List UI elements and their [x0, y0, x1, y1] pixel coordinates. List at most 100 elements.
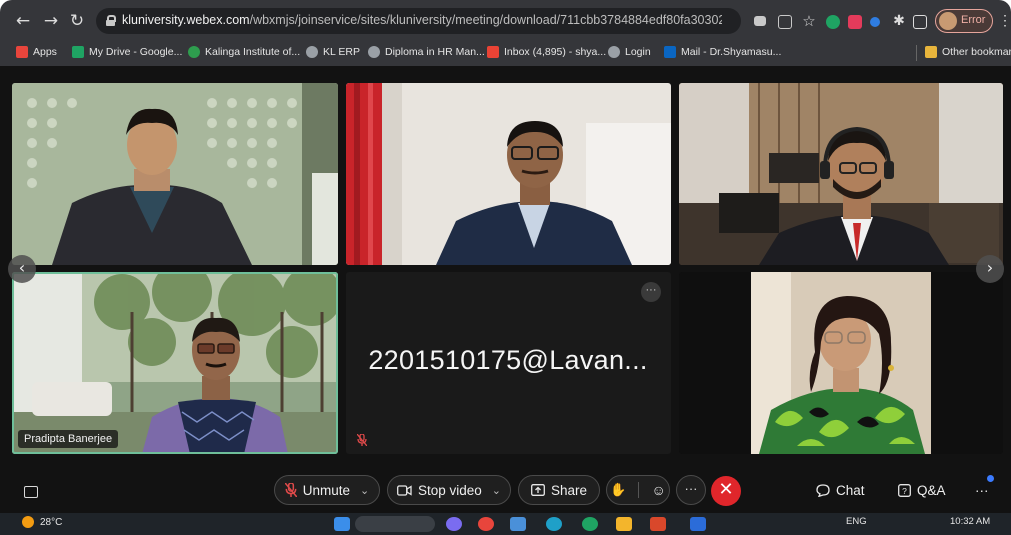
raise-hand-icon[interactable]: ✋: [610, 482, 626, 498]
address-bar[interactable]: kluniversity.webex.com/wbxmjs/joinservic…: [96, 8, 741, 34]
qa-icon: ?: [898, 483, 911, 497]
browser-chrome: ← → ↻ kluniversity.webex.com/wbxmjs/join…: [0, 0, 1011, 66]
url-path: /wbxmjs/joinservice/sites/kluniversity/m…: [249, 13, 722, 27]
reload-icon[interactable]: ↻: [66, 10, 88, 32]
video-tile-4[interactable]: Pradipta Banerjee: [12, 272, 338, 454]
more-options-icon[interactable]: ···: [676, 475, 706, 505]
video-tile-6[interactable]: [679, 272, 1003, 454]
extension-blue-icon[interactable]: [870, 17, 880, 27]
bookmarks-divider: [916, 45, 917, 61]
previous-page-arrow-icon[interactable]: ‹: [8, 255, 36, 283]
taskbar-search[interactable]: [355, 516, 435, 532]
participant-video-1: [12, 83, 338, 265]
chrome-taskbar-icon[interactable]: [478, 517, 494, 531]
back-icon[interactable]: ←: [12, 10, 34, 32]
file-explorer-icon[interactable]: [616, 517, 632, 531]
bookmark-kalinga[interactable]: Kalinga Institute of...: [188, 43, 300, 61]
qa-button[interactable]: ? Q&A: [898, 475, 946, 505]
layout-icon[interactable]: [24, 486, 38, 498]
participant-video-2: [346, 83, 671, 265]
video-tile-3[interactable]: [679, 83, 1003, 265]
browser-menu-icon[interactable]: ⋮: [998, 12, 1011, 29]
folder-icon: [925, 46, 937, 58]
participant-name-tag: Pradipta Banerjee: [18, 430, 119, 448]
clock[interactable]: 10:32 AM: [950, 516, 990, 527]
share-button[interactable]: Share: [518, 475, 600, 505]
muted-mic-icon: [357, 434, 367, 446]
weather-widget[interactable]: 28°C: [22, 516, 62, 528]
chat-label: Chat: [836, 482, 865, 498]
weather-temperature: 28°C: [40, 516, 63, 528]
taskbar-app-icon[interactable]: [582, 517, 598, 531]
bookmark-label: Mail - Dr.Shyamasu...: [681, 46, 782, 58]
extension-green-icon[interactable]: [826, 15, 840, 29]
bookmark-diploma-hr[interactable]: Diploma in HR Man...: [368, 43, 485, 61]
forward-icon[interactable]: →: [40, 10, 62, 32]
participant-name-placeholder: 2201510175@Lavan...: [368, 345, 648, 375]
avatar: [939, 12, 957, 30]
bookmark-other[interactable]: Other bookmarks: [925, 43, 1011, 61]
bookmark-login[interactable]: Login: [608, 43, 651, 61]
chat-button[interactable]: Chat: [816, 475, 865, 505]
lock-icon: [106, 15, 116, 26]
bookmark-apps[interactable]: Apps: [16, 43, 57, 61]
url-host: kluniversity.webex.com: [122, 13, 250, 27]
muted-mic-icon: [284, 483, 297, 497]
bookmark-label: Diploma in HR Man...: [385, 46, 485, 58]
taskbar-app-icon[interactable]: [510, 517, 526, 531]
url-text[interactable]: kluniversity.webex.com/wbxmjs/joinservic…: [122, 13, 722, 27]
windows-start-icon[interactable]: [334, 517, 350, 531]
kalinga-icon: [188, 46, 200, 58]
side-panel-icon[interactable]: [913, 15, 927, 29]
bookmark-mail[interactable]: Mail - Dr.Shyamasu...: [664, 43, 781, 61]
emoji-reactions-icon[interactable]: ☺: [651, 482, 665, 498]
profile-label: Error: [961, 14, 986, 26]
meeting-view: Pradipta Banerjee ··· 2201510175@Lavan..…: [0, 66, 1011, 513]
bookmark-label: Apps: [33, 46, 57, 58]
bookmark-label: Other bookmarks: [942, 46, 1011, 58]
share-screen-icon: [531, 484, 545, 496]
participant-video-3: [679, 83, 1003, 265]
taskbar-app-icon[interactable]: [690, 517, 706, 531]
bookmark-inbox[interactable]: Inbox (4,895) - shya...: [487, 43, 606, 61]
globe-icon: [368, 46, 380, 58]
participant-video-4: [12, 272, 338, 454]
reactions-group: ✋ ☺: [606, 475, 670, 505]
stop-video-label: Stop video: [417, 482, 482, 498]
video-tile-1[interactable]: [12, 83, 338, 265]
video-tile-2[interactable]: [346, 83, 671, 265]
profile-button[interactable]: Error: [935, 9, 993, 33]
leave-meeting-button[interactable]: ✕: [711, 476, 741, 506]
chevron-down-icon[interactable]: ⌄: [360, 484, 369, 497]
share-page-icon[interactable]: [778, 15, 792, 29]
bookmark-label: KL ERP: [323, 46, 360, 58]
extension-red-icon[interactable]: [848, 15, 862, 29]
taskbar-app-icon[interactable]: [446, 517, 462, 531]
cast-icon[interactable]: [754, 16, 766, 26]
bookmark-label: Kalinga Institute of...: [205, 46, 301, 58]
bookmark-star-icon[interactable]: ☆: [798, 10, 820, 32]
unmute-button[interactable]: Unmute ⌄: [274, 475, 380, 505]
divider: [638, 482, 640, 498]
qa-label: Q&A: [917, 482, 946, 498]
edge-taskbar-icon[interactable]: [546, 517, 562, 531]
chevron-down-icon[interactable]: ⌄: [492, 484, 501, 497]
unmute-label: Unmute: [302, 482, 351, 498]
bookmark-label: My Drive - Google...: [89, 46, 183, 58]
gmail-icon: [487, 46, 499, 58]
bookmark-my-drive[interactable]: My Drive - Google...: [72, 43, 182, 61]
weather-sun-icon: [22, 516, 34, 528]
bookmark-label: Login: [625, 46, 651, 58]
meeting-controls: Unmute ⌄ Stop video ⌄ Share ✋ ☺ ··· ✕ Ch…: [0, 463, 1011, 513]
participant-video-6: [679, 272, 1003, 454]
extensions-puzzle-icon[interactable]: ✱: [888, 10, 910, 32]
globe-icon: [306, 46, 318, 58]
stop-video-button[interactable]: Stop video ⌄: [387, 475, 511, 505]
video-tile-5[interactable]: ··· 2201510175@Lavan...: [346, 272, 671, 454]
bookmark-kl-erp[interactable]: KL ERP: [306, 43, 360, 61]
next-page-arrow-icon[interactable]: ›: [976, 255, 1004, 283]
taskbar-app-icon[interactable]: [650, 517, 666, 531]
input-language[interactable]: ENG: [846, 516, 867, 527]
camera-icon: [397, 484, 412, 496]
participant-more-options-icon[interactable]: ···: [641, 282, 661, 302]
